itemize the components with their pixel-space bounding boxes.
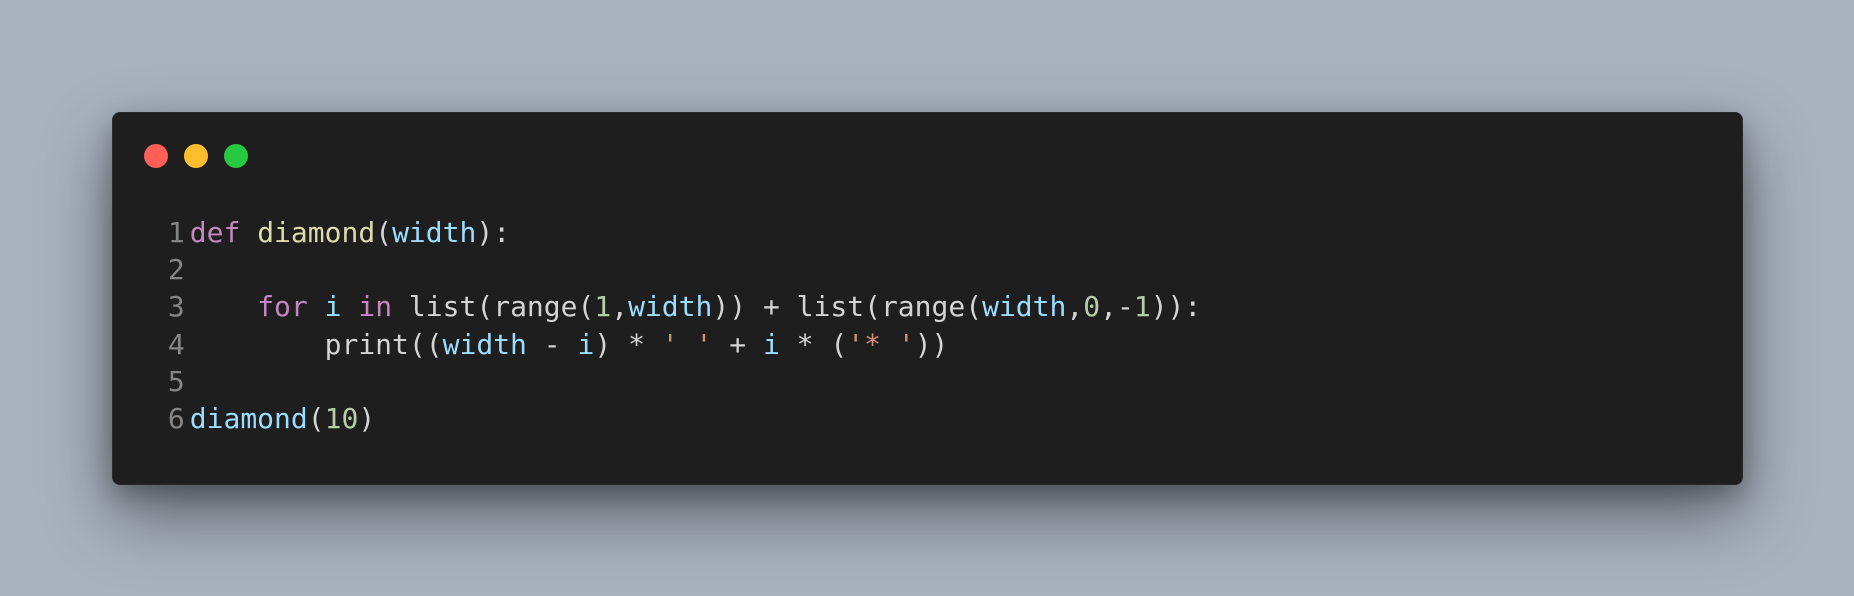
- line-number: 6: [167, 401, 185, 435]
- code-token: )):: [1150, 290, 1202, 324]
- line-number: 1: [167, 216, 185, 249]
- code-token: for: [257, 290, 308, 324]
- code-token: diamond: [189, 401, 308, 435]
- code-token: width: [392, 216, 477, 249]
- code-token: 0: [1083, 290, 1101, 324]
- code-token: def: [189, 216, 241, 249]
- line-number: 5: [167, 364, 185, 398]
- code-token: i: [577, 327, 595, 361]
- code-token: (: [375, 216, 393, 249]
- code-line: 6 diamond(10): [151, 400, 1201, 437]
- code-window: 1 def diamond(width): 2 3 for i in list(ran…: [112, 112, 1743, 485]
- line-number: 4: [167, 327, 185, 361]
- code-token: ' ': [661, 327, 713, 361]
- code-token: )) + list(range(: [712, 290, 983, 324]
- code-token: 1: [1133, 290, 1151, 324]
- code-token: i: [762, 327, 780, 361]
- code-token: * (: [779, 327, 848, 361]
- code-token: ): [358, 401, 376, 435]
- code-token: 10: [324, 401, 359, 435]
- line-number: 2: [167, 253, 185, 287]
- code-token: print((: [189, 327, 443, 361]
- maximize-button[interactable]: [224, 144, 248, 168]
- minimize-button[interactable]: [184, 144, 208, 168]
- code-token: ,: [611, 290, 629, 324]
- line-number: 3: [167, 290, 185, 324]
- code-token: width: [628, 290, 713, 324]
- code-token: +: [712, 327, 763, 361]
- code-token: width: [442, 327, 527, 361]
- code-line: 5: [151, 363, 1201, 400]
- code-token: i: [324, 290, 342, 324]
- code-token: width: [982, 290, 1067, 324]
- code-line: 2: [151, 251, 1201, 288]
- code-token: 1: [594, 290, 612, 324]
- code-line: 3 for i in list(range(1,width)) + list(r…: [151, 288, 1201, 325]
- code-token: ):: [476, 216, 511, 249]
- code-block: 1 def diamond(width): 2 3 for i in list(ran…: [151, 214, 1201, 437]
- code-token: ,: [1066, 290, 1084, 324]
- code-line: 4 print((width - i) * ' ' + i * ('* ')): [151, 326, 1201, 363]
- code-token: diamond: [257, 216, 376, 249]
- code-line: 1 def diamond(width):: [151, 214, 1201, 251]
- code-token: '* ': [847, 327, 915, 361]
- code-token: in: [358, 290, 393, 324]
- code-token: )): [914, 327, 949, 361]
- code-token: ,-: [1100, 290, 1134, 324]
- code-token: ) *: [594, 327, 662, 361]
- code-token: list(range(: [392, 290, 595, 324]
- close-button[interactable]: [144, 144, 168, 168]
- code-token: (: [307, 401, 325, 435]
- code-token: -: [526, 327, 578, 361]
